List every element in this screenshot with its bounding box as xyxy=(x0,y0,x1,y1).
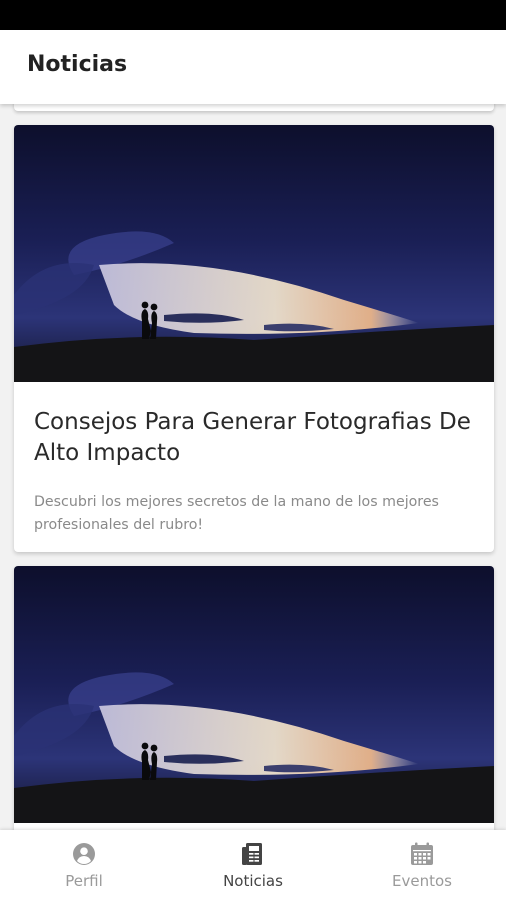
nav-label-perfil: Perfil xyxy=(65,872,103,890)
news-card-description: Descubri los mejores secretos de la mano… xyxy=(34,494,439,533)
nav-item-eventos[interactable]: Eventos xyxy=(338,830,506,900)
calendar-icon xyxy=(411,842,433,865)
news-feed[interactable]: Consejos Para Generar Fotografias De Alt… xyxy=(0,104,506,830)
nav-label-noticias: Noticias xyxy=(223,872,283,890)
status-bar xyxy=(0,0,506,30)
user-circle-icon xyxy=(73,843,95,865)
news-card[interactable] xyxy=(14,566,494,830)
app-bar: Noticias xyxy=(0,30,506,104)
previous-news-card[interactable] xyxy=(14,104,494,111)
nav-item-noticias[interactable]: Noticias xyxy=(169,830,337,900)
nav-label-eventos: Eventos xyxy=(392,872,452,890)
newspaper-icon xyxy=(242,843,262,865)
news-card-title: Consejos Para Generar Fotografias De Alt… xyxy=(34,409,471,466)
bottom-navigation: Perfil Noticias Eventos xyxy=(0,830,506,900)
news-card[interactable]: Consejos Para Generar Fotografias De Alt… xyxy=(14,125,494,552)
nav-item-perfil[interactable]: Perfil xyxy=(0,830,168,900)
news-card-image xyxy=(14,566,494,823)
news-card-image xyxy=(14,125,494,382)
page-title: Noticias xyxy=(27,52,128,77)
